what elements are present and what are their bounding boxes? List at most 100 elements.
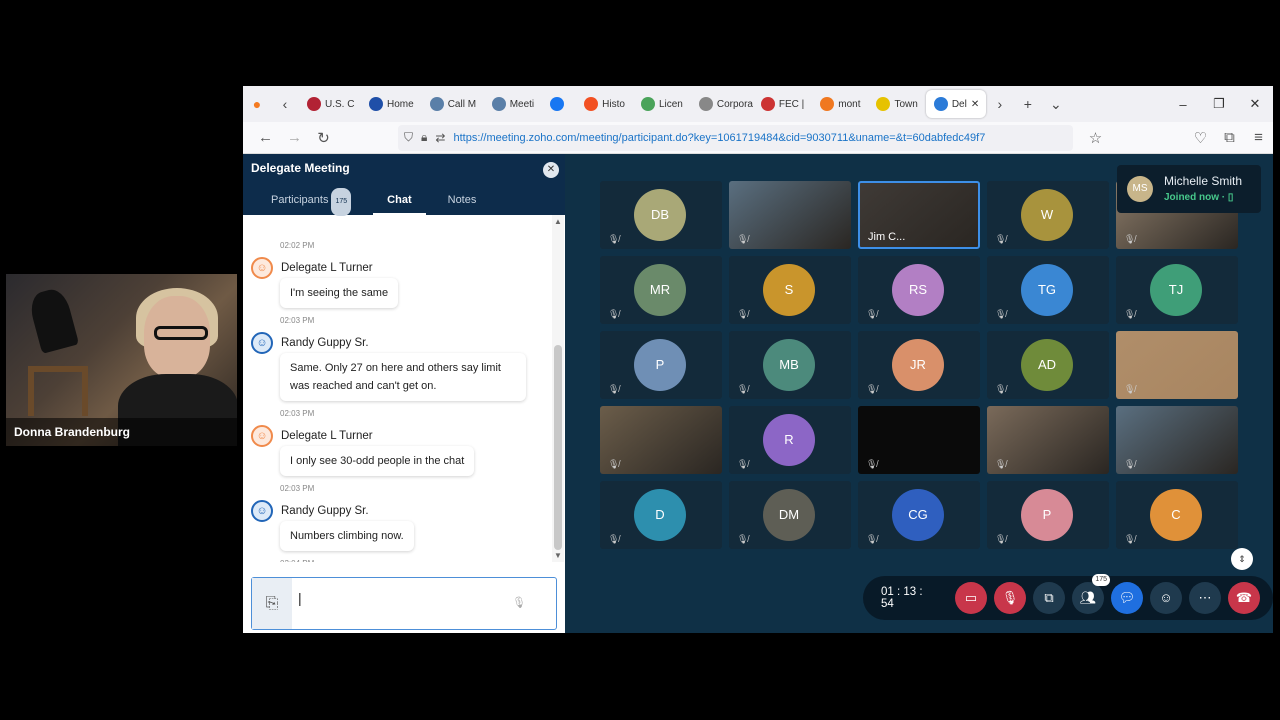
participant-tile[interactable]: P 🎙︎̸ xyxy=(600,331,722,399)
participant-tile[interactable]: D 🎙︎̸ xyxy=(600,481,722,549)
browser-tab[interactable] xyxy=(542,90,576,118)
participant-tile[interactable]: TG 🎙︎̸ xyxy=(987,256,1109,324)
scroll-thumb[interactable] xyxy=(554,345,562,550)
pocket-icon[interactable]: ♡ xyxy=(1186,129,1215,147)
lock-icon[interactable]: 🔒︎ xyxy=(421,130,427,145)
menu-icon[interactable]: ≡ xyxy=(1244,129,1273,146)
browser-tab[interactable]: Meeti xyxy=(484,90,542,118)
expand-grid-icon[interactable]: ⇕ xyxy=(1231,548,1253,570)
new-tab-icon[interactable]: + xyxy=(1014,96,1042,112)
browser-tab[interactable]: Home xyxy=(361,90,422,118)
participant-tile[interactable]: 🎙︎̸ xyxy=(1116,331,1238,399)
participant-tile[interactable]: RS 🎙︎̸ xyxy=(858,256,980,324)
tab-participants[interactable]: Participants 175 xyxy=(257,187,365,216)
chair-shape xyxy=(28,366,88,416)
muted-mic-icon: 🎙︎̸ xyxy=(608,384,620,394)
url-bar[interactable]: ⛉ 🔒︎ ⇄ https://meeting.zoho.com/meeting/… xyxy=(398,124,1073,151)
minimize-icon[interactable]: – xyxy=(1165,97,1201,112)
firefox-icon[interactable]: ● xyxy=(243,96,271,112)
close-tab-icon[interactable]: ✕ xyxy=(971,99,979,110)
chat-input[interactable]: | xyxy=(298,590,302,606)
participant-initials: S xyxy=(763,264,815,316)
video-off-button[interactable]: ▭ xyxy=(955,582,987,614)
url-text[interactable]: https://meeting.zoho.com/meeting/partici… xyxy=(453,132,985,144)
leave-call-button[interactable]: ☎ xyxy=(1228,582,1260,614)
chat-timestamp: 02:03 PM xyxy=(280,316,315,325)
extensions-icon[interactable]: ⧉ xyxy=(1215,129,1244,146)
browser-tab[interactable]: Histo xyxy=(576,90,633,118)
participants-count-badge: 175 xyxy=(331,188,352,216)
tab-list-icon[interactable]: ⌄ xyxy=(1042,96,1070,113)
restore-icon[interactable]: ❐ xyxy=(1201,96,1237,112)
scroll-up-icon[interactable]: ▲ xyxy=(552,217,564,226)
participant-tile[interactable]: C 🎙︎̸ xyxy=(1116,481,1238,549)
forward-icon[interactable]: → xyxy=(280,129,309,146)
chat-button[interactable]: 💬︎ xyxy=(1111,582,1143,614)
browser-tab[interactable]: mont xyxy=(812,90,868,118)
joined-status: Joined now · ▯ xyxy=(1164,192,1234,203)
share-screen-button[interactable]: ⧉ xyxy=(1033,582,1065,614)
tab-bar: ● ‹ U.S. C Home Call M Meeti Histo Licen Corpo… xyxy=(243,86,1273,122)
participant-tile[interactable]: TJ 🎙︎̸ xyxy=(1116,256,1238,324)
tab-scroll-left-icon[interactable]: ‹ xyxy=(271,96,299,112)
muted-mic-icon: 🎙︎̸ xyxy=(608,534,620,544)
permissions-icon[interactable]: ⇄ xyxy=(435,131,445,145)
browser-tab[interactable]: Del ✕ xyxy=(925,90,986,118)
participant-tile[interactable]: MR 🎙︎̸ xyxy=(600,256,722,324)
tab-label: Meeti xyxy=(509,98,535,110)
chat-timestamp: 02:03 PM xyxy=(280,409,315,418)
attach-icon[interactable]: ⎘ xyxy=(252,578,292,629)
tab-label: Home xyxy=(387,98,414,110)
participant-tile[interactable]: S 🎙︎̸ xyxy=(729,256,851,324)
participant-tile[interactable]: AD 🎙︎̸ xyxy=(987,331,1109,399)
participant-tile[interactable]: 🎙︎̸ xyxy=(1116,406,1238,474)
more-options-button[interactable]: ⋯ xyxy=(1189,582,1221,614)
browser-tab[interactable]: U.S. C xyxy=(299,90,361,118)
participant-tile[interactable]: 🎙︎̸ xyxy=(600,406,722,474)
participant-tile[interactable]: 🎙︎̸ xyxy=(729,181,851,249)
chat-message-text: Numbers climbing now. xyxy=(280,521,414,551)
participant-tile[interactable]: JR 🎙︎̸ xyxy=(858,331,980,399)
browser-tab[interactable]: FEC | xyxy=(753,90,812,118)
participant-tile[interactable]: Jim C... xyxy=(858,181,980,249)
sender-avatar-icon: ☺ xyxy=(251,332,273,354)
tab-chat[interactable]: Chat xyxy=(373,187,426,215)
participant-tile[interactable]: MB 🎙︎̸ xyxy=(729,331,851,399)
browser-tab[interactable]: Town xyxy=(868,90,925,118)
muted-mic-icon: 🎙︎̸ xyxy=(866,534,878,544)
participant-tile[interactable]: DM 🎙︎̸ xyxy=(729,481,851,549)
chat-scrollbar[interactable]: ▲ ▼ xyxy=(552,215,564,562)
browser-tab[interactable]: Call M xyxy=(422,90,484,118)
tab-favicon-icon xyxy=(307,97,321,111)
back-icon[interactable]: ← xyxy=(251,129,280,146)
mic-icon[interactable]: 🎙︎ xyxy=(512,596,526,609)
browser-tab[interactable]: Licen xyxy=(633,90,691,118)
meeting-controls: 01 : 13 : 54 ▭ 🎙︎ ⧉ 👥︎ 175 💬︎ ☺ ⋯ ☎ xyxy=(863,574,1273,620)
participant-tile[interactable]: 🎙︎̸ xyxy=(858,406,980,474)
participant-initials: C xyxy=(1150,489,1202,541)
participant-tile[interactable]: CG 🎙︎̸ xyxy=(858,481,980,549)
bookmark-star-icon[interactable]: ☆ xyxy=(1081,129,1110,147)
participant-tile[interactable]: W 🎙︎̸ xyxy=(987,181,1109,249)
participants-button[interactable]: 👥︎ 175 xyxy=(1072,574,1110,614)
participant-tile[interactable]: DB 🎙︎̸ xyxy=(600,181,722,249)
participant-initials: DM xyxy=(763,489,815,541)
tab-notes[interactable]: Notes xyxy=(434,187,491,215)
tab-label: Histo xyxy=(602,98,625,110)
tab-scroll-right-icon[interactable]: › xyxy=(986,96,1014,112)
window-close-icon[interactable]: ✕ xyxy=(1237,96,1273,112)
shield-icon[interactable]: ⛉ xyxy=(404,130,413,145)
participant-initials: RS xyxy=(892,264,944,316)
participant-tile[interactable]: 🎙︎̸ xyxy=(987,406,1109,474)
browser-tab[interactable]: Corporati xyxy=(691,90,753,118)
participant-tile[interactable]: R 🎙︎̸ xyxy=(729,406,851,474)
chat-compose[interactable]: ⎘ | 🎙︎ xyxy=(251,577,557,630)
reactions-button[interactable]: ☺ xyxy=(1150,582,1182,614)
close-panel-icon[interactable]: ✕ xyxy=(543,162,559,178)
reload-icon[interactable]: ↻ xyxy=(309,129,338,147)
muted-mic-icon: 🎙︎̸ xyxy=(608,234,620,244)
scroll-down-icon[interactable]: ▼ xyxy=(552,551,564,560)
mic-off-button[interactable]: 🎙︎ xyxy=(994,582,1026,614)
muted-mic-icon: 🎙︎̸ xyxy=(995,309,1007,319)
participant-tile[interactable]: P 🎙︎̸ xyxy=(987,481,1109,549)
